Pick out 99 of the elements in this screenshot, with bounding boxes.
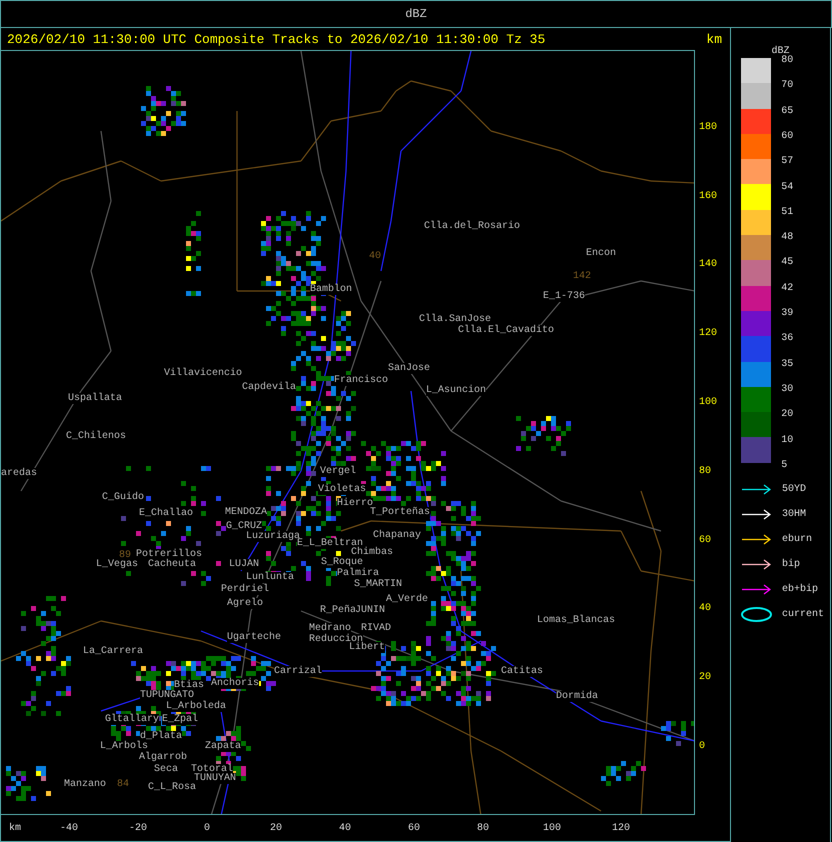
- scale-label: 45: [781, 258, 794, 268]
- place-label: Clla.El_Cavadito: [458, 325, 554, 336]
- y-tick-label: 0: [699, 742, 706, 752]
- track-label: 30HM: [782, 509, 806, 520]
- road-number: 40: [369, 251, 382, 262]
- y-tick-label: 140: [699, 260, 718, 270]
- place-label: SanJose: [388, 363, 430, 374]
- window-title: dBZ: [0, 0, 832, 28]
- place-label: Clla.del_Rosario: [424, 221, 520, 232]
- place-label: Vergel: [320, 466, 356, 477]
- place-label: LUJAN: [229, 559, 260, 570]
- scale-label: 57: [781, 157, 794, 168]
- scale-label: 30: [781, 384, 794, 395]
- place-label: Chapanay: [373, 530, 422, 541]
- x-tick-label: -20: [129, 824, 147, 834]
- track-label: bip: [782, 559, 800, 570]
- place-label: L_Vegas: [96, 559, 138, 570]
- road-number: 84: [117, 779, 130, 790]
- track-label: eburn: [782, 534, 812, 545]
- place-label: Dormida: [556, 691, 598, 702]
- road-number: 89: [119, 550, 132, 561]
- y-tick-label: 40: [699, 604, 712, 614]
- place-label: S_MARTIN: [354, 579, 402, 590]
- place-label: Francisco: [334, 375, 388, 386]
- place-label: Carrizal: [274, 666, 322, 677]
- place-label: Potrerillos: [136, 549, 202, 560]
- y-tick-label: 120: [699, 329, 718, 340]
- place-label: T_Porteñas: [370, 507, 430, 518]
- place-label: Violetas: [318, 484, 366, 495]
- place-label: Catitas: [501, 666, 544, 677]
- x-tick-label: 0: [204, 824, 210, 834]
- scale-label: 80: [781, 56, 794, 66]
- scale-label: 48: [781, 233, 794, 244]
- track-label: 50YD: [782, 484, 806, 495]
- place-label: L_Asuncion: [426, 385, 486, 396]
- place-label: TUPUNGATO: [140, 690, 194, 701]
- place-label: Perdriel: [221, 584, 270, 595]
- place-label: E_1-736: [543, 291, 586, 302]
- place-label: Bamblon: [310, 284, 352, 295]
- place-label: Medrano: [309, 623, 352, 634]
- scale-label: 65: [781, 106, 794, 117]
- track-label: eb+bip: [782, 584, 818, 595]
- place-label: Capdevila: [242, 382, 296, 393]
- place-label: La_Carrera: [83, 646, 144, 657]
- scale-label: 20: [781, 410, 794, 420]
- place-label: G_CRUZ: [226, 521, 262, 532]
- scale-label: 51: [781, 208, 794, 218]
- place-label: C_Chilenos: [66, 431, 126, 442]
- place-label: C_Guido: [102, 492, 144, 503]
- place-label: S_Roque: [321, 557, 364, 568]
- x-tick-label: 100: [543, 824, 561, 834]
- x-tick-label: 60: [408, 824, 420, 834]
- place-label: Anchoris: [211, 678, 260, 689]
- place-label: Lomas_Blancas: [537, 615, 616, 626]
- x-tick-label: 20: [270, 824, 282, 834]
- axis-unit-label: km: [706, 32, 722, 46]
- x-axis-unit: km: [9, 824, 22, 834]
- place-label: d_Plata: [140, 731, 182, 742]
- place-label: Algarrob: [139, 752, 188, 763]
- y-tick-label: 20: [699, 673, 712, 684]
- road-number: 142: [573, 271, 592, 282]
- place-label: R_Peña: [320, 605, 356, 616]
- place-label: TUNUYAN: [194, 773, 236, 784]
- place-label: Agrelo: [227, 598, 264, 609]
- x-tick-label: 40: [339, 824, 351, 834]
- place-label: C_L_Rosa: [148, 782, 196, 793]
- place-label: L_Arboleda: [166, 701, 226, 712]
- place-label: A_Verde: [386, 594, 428, 605]
- y-tick-label: 100: [699, 398, 718, 408]
- track-label: current: [782, 609, 824, 620]
- place-label: Btias: [174, 680, 204, 691]
- y-tick-label: 80: [699, 466, 712, 477]
- x-tick-label: 120: [612, 824, 630, 834]
- scale-label: 42: [781, 284, 794, 294]
- y-tick-label: 180: [699, 122, 718, 133]
- place-label: aredas: [1, 468, 38, 479]
- scale-label: 35: [781, 360, 794, 370]
- place-label: MENDOZA: [225, 507, 268, 518]
- scale-label: 70: [781, 81, 794, 92]
- place-label: Uspallata: [68, 393, 122, 404]
- place-label: Zapata: [205, 741, 242, 752]
- scale-label: 39: [781, 309, 794, 319]
- scale-label: 36: [781, 334, 794, 344]
- x-tick-label: 80: [477, 824, 489, 834]
- y-tick-label: 60: [699, 536, 712, 546]
- place-label: Ugarteche: [227, 632, 282, 643]
- place-label: L_Arbols: [100, 741, 148, 752]
- scale-label: 5: [781, 460, 788, 471]
- scale-label: 54: [781, 182, 794, 192]
- y-tick-label: 160: [699, 192, 718, 202]
- place-label: Palmira: [337, 568, 380, 579]
- x-tick-label: -40: [60, 824, 78, 834]
- scale-label: 60: [781, 132, 794, 142]
- place-label: Lunlunta: [246, 572, 294, 583]
- header-title: 2026/02/10 11:30:00 UTC Composite Tracks to 2026/02/10 11:30:00 Tz 35: [7, 32, 546, 46]
- place-label: E_Challao: [139, 508, 194, 519]
- place-label: E_Zpal: [162, 714, 198, 725]
- scale-label: 10: [781, 436, 794, 446]
- place-label: Gltallary: [105, 714, 160, 725]
